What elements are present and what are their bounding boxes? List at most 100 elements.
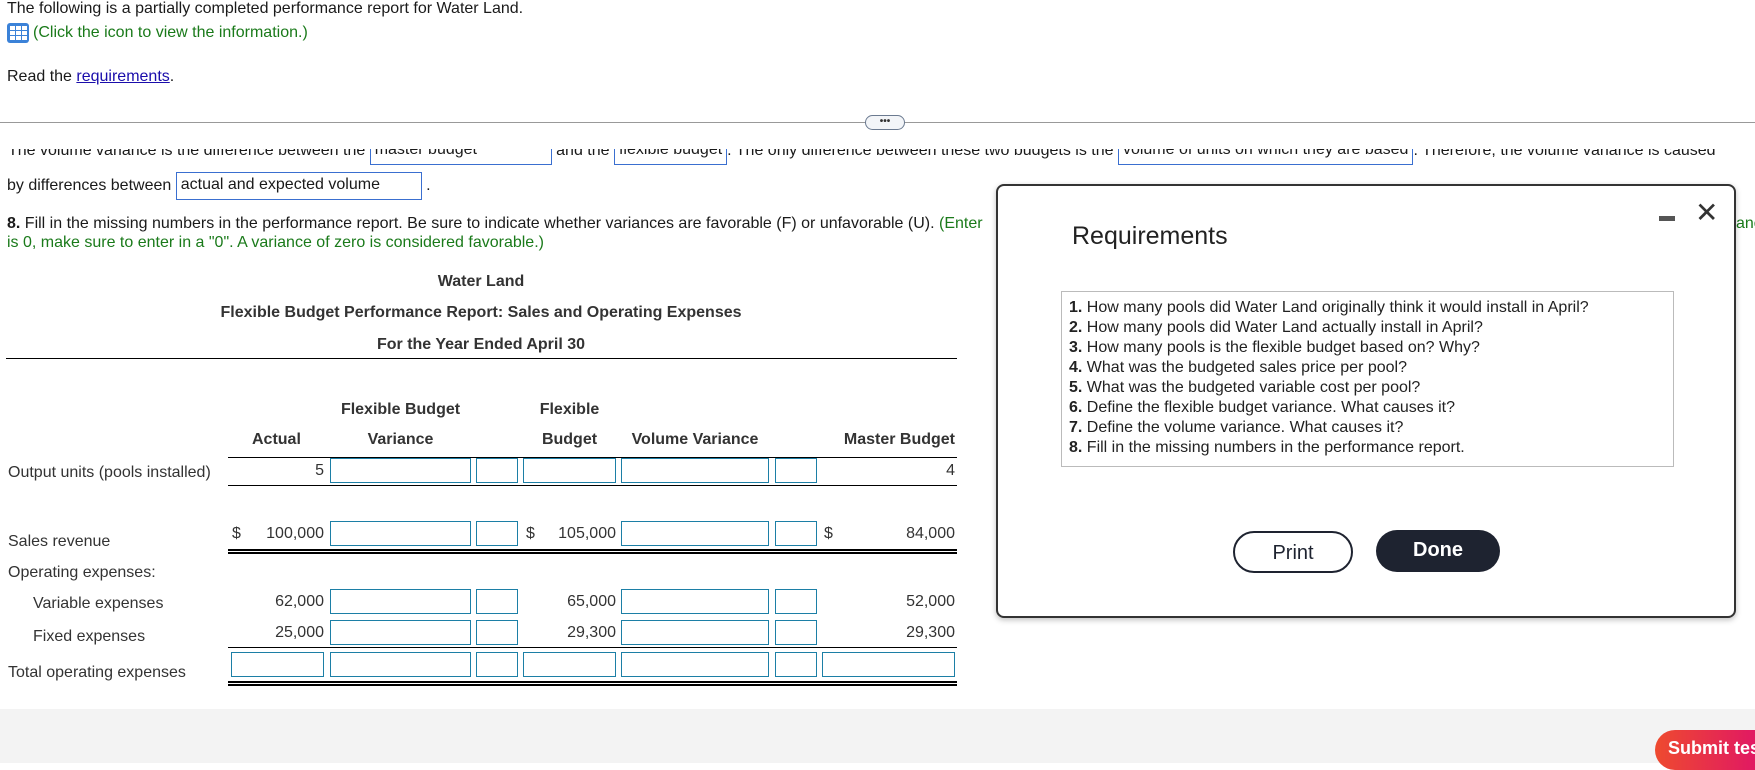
requirement-item: 8. Fill in the missing numbers in the pe… <box>1069 439 1465 456</box>
requirements-list: 1. How many pools did Water Land origina… <box>1061 291 1674 467</box>
fbv-fixed-fu-select[interactable] <box>476 620 518 645</box>
vol-total-input[interactable] <box>621 652 769 677</box>
fbv-output-input[interactable] <box>330 458 471 483</box>
q7-text: and the <box>551 149 614 160</box>
info-link-text[interactable]: (Click the icon to view the information.… <box>33 24 308 41</box>
q7-text: . Therefore, the volume variance is caus… <box>1413 149 1716 160</box>
read-suffix: . <box>169 68 175 85</box>
row-label-opex: Operating expenses: <box>8 564 156 581</box>
col-fbv-1: Flexible Budget <box>340 401 461 418</box>
vol-total-fu-select[interactable] <box>775 652 817 677</box>
vol-sales-fu-select[interactable] <box>775 521 817 546</box>
flex-total-input[interactable] <box>523 652 616 677</box>
read-requirements: Read the requirements. <box>7 68 174 86</box>
fbv-sales-fu-select[interactable] <box>476 521 518 546</box>
q7-line2: by differences between actual and expect… <box>7 172 431 200</box>
actual-variable: 62,000 <box>275 593 324 610</box>
col-actual: Actual <box>252 431 301 448</box>
q8-note-line2: is 0, make sure to enter in a "0". A var… <box>7 234 544 251</box>
fbv-fixed-input[interactable] <box>330 620 471 645</box>
master-total-input[interactable] <box>822 652 955 677</box>
report-title: Flexible Budget Performance Report: Sale… <box>220 304 742 321</box>
expand-ellipsis-button[interactable]: ••• <box>865 115 905 130</box>
requirement-item: 7. Define the volume variance. What caus… <box>1069 419 1404 436</box>
flex-fixed: 29,300 <box>567 624 616 641</box>
q8-instruction: 8. Fill in the missing numbers in the pe… <box>7 215 983 233</box>
col-flex-2: Budget <box>541 431 598 448</box>
requirement-item: 5. What was the budgeted variable cost p… <box>1069 379 1421 396</box>
flex-variable: 65,000 <box>567 593 616 610</box>
requirement-item: 4. What was the budgeted sales price per… <box>1069 359 1407 376</box>
master-output: 4 <box>946 462 955 479</box>
requirement-item: 2. How many pools did Water Land actuall… <box>1069 319 1483 336</box>
answer-dropdown[interactable]: volume of units on which they are based <box>1117 149 1414 165</box>
q7-clipped-line: The volume variance is the difference be… <box>0 149 1755 169</box>
row-label-total: Total operating expenses <box>8 664 186 681</box>
done-button[interactable]: Done <box>1376 530 1500 572</box>
minimize-icon[interactable] <box>1659 216 1675 221</box>
print-button[interactable]: Print <box>1233 531 1353 573</box>
info-link[interactable]: (Click the icon to view the information.… <box>7 23 308 43</box>
answer-dropdown[interactable]: master budget <box>369 149 552 165</box>
actual-output: 5 <box>315 462 324 479</box>
read-prefix: Read the <box>7 68 77 85</box>
double-rule <box>228 681 957 686</box>
vol-output-fu-select[interactable] <box>775 458 817 483</box>
vol-output-input[interactable] <box>621 458 769 483</box>
q7-text: The volume variance is the difference be… <box>8 149 370 160</box>
vol-variable-input[interactable] <box>621 589 769 614</box>
master-variable: 52,000 <box>906 593 955 610</box>
fbv-output-fu-select[interactable] <box>476 458 518 483</box>
answer-dropdown[interactable]: flexible budget <box>613 149 728 165</box>
fbv-sales-input[interactable] <box>330 521 471 546</box>
cut-off-text: anc <box>1736 215 1755 232</box>
row-label-variable: Variable expenses <box>33 595 164 612</box>
vol-fixed-fu-select[interactable] <box>775 620 817 645</box>
footer-bar <box>0 709 1755 763</box>
vol-fixed-input[interactable] <box>621 620 769 645</box>
close-icon[interactable]: ✕ <box>1695 198 1718 228</box>
requirements-link[interactable]: requirements <box>76 68 169 85</box>
submit-test-button[interactable]: Submit test <box>1655 730 1755 770</box>
intro-text: The following is a partially completed p… <box>7 0 524 17</box>
flex-output-input[interactable] <box>523 458 616 483</box>
col-volume: Volume Variance <box>631 431 759 448</box>
requirements-modal: Requirements ✕ 1. How many pools did Wat… <box>996 184 1736 618</box>
q7-text: . <box>426 177 431 195</box>
flex-sales: 105,000 <box>558 525 616 542</box>
q7-text: by differences between <box>7 177 172 195</box>
master-fixed: 29,300 <box>906 624 955 641</box>
q7-text: . The only difference between these two … <box>727 149 1118 160</box>
table-grid-icon[interactable] <box>7 23 29 43</box>
requirement-item: 1. How many pools did Water Land origina… <box>1069 299 1589 316</box>
q8-text: Fill in the missing numbers in the perfo… <box>20 215 939 232</box>
actual-sales: 100,000 <box>266 525 324 542</box>
modal-title: Requirements <box>1072 222 1228 250</box>
col-master: Master Budget <box>843 431 955 448</box>
fbv-total-fu-select[interactable] <box>476 652 518 677</box>
rule <box>228 485 957 486</box>
master-sales: 84,000 <box>906 525 955 542</box>
row-label-fixed: Fixed expenses <box>33 628 146 645</box>
row-label-output: Output units (pools installed) <box>8 464 211 481</box>
vol-variable-fu-select[interactable] <box>775 589 817 614</box>
rule <box>228 647 957 648</box>
vol-sales-input[interactable] <box>621 521 769 546</box>
fbv-variable-fu-select[interactable] <box>476 589 518 614</box>
q8-number: 8. <box>7 215 21 232</box>
report-period: For the Year Ended April 30 <box>376 336 586 353</box>
actual-fixed: 25,000 <box>275 624 324 641</box>
q8-note: (Enter <box>938 215 983 232</box>
fbv-variable-input[interactable] <box>330 589 471 614</box>
rule <box>6 358 957 359</box>
answer-dropdown[interactable]: actual and expected volume <box>175 172 422 200</box>
col-flex-1: Flexible <box>539 401 600 418</box>
requirement-item: 3. How many pools is the flexible budget… <box>1069 339 1480 356</box>
col-fbv-2: Variance <box>367 431 434 448</box>
company-name: Water Land <box>437 273 525 290</box>
actual-total-input[interactable] <box>231 652 324 677</box>
fbv-total-input[interactable] <box>330 652 471 677</box>
row-label-sales: Sales revenue <box>8 533 111 550</box>
requirement-item: 6. Define the flexible budget variance. … <box>1069 399 1455 416</box>
double-rule <box>228 549 957 554</box>
